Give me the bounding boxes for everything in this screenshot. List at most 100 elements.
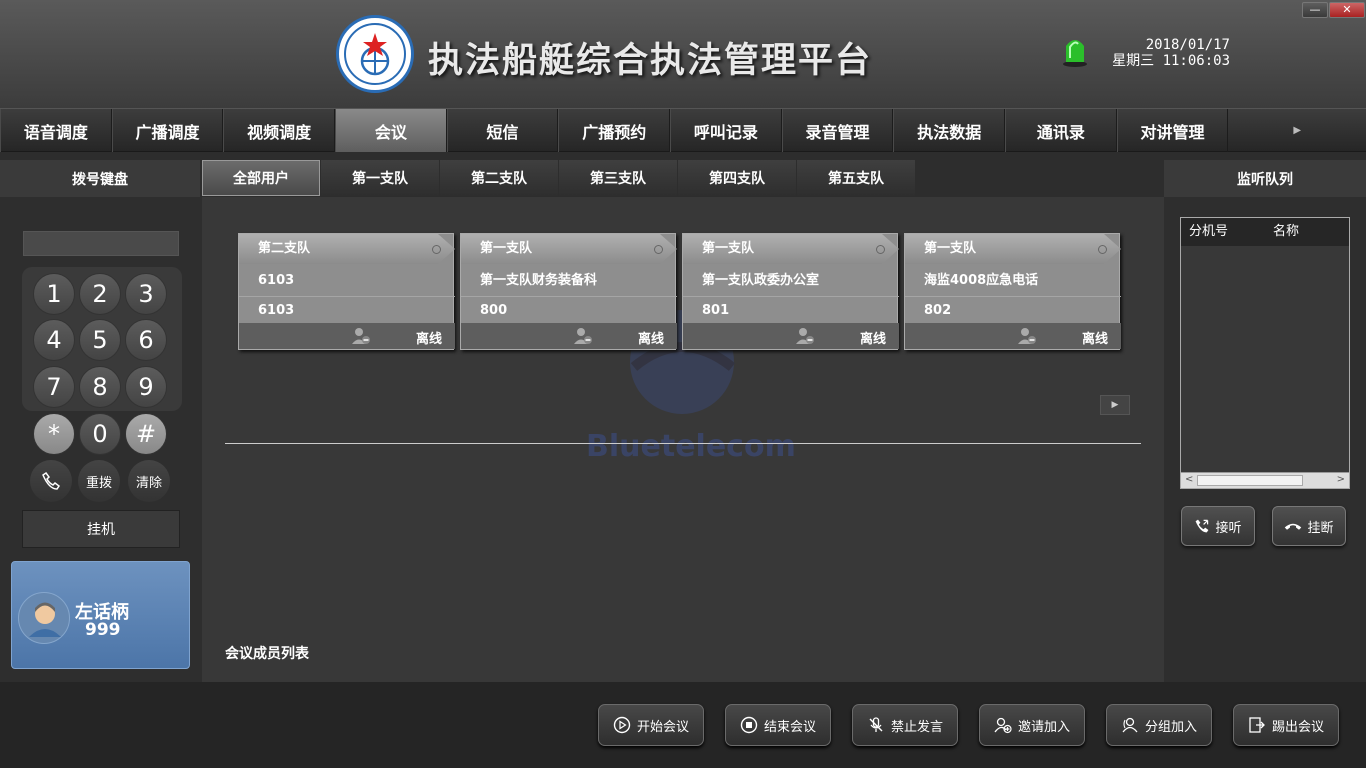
chevron-right-icon: ▶ [1293,125,1302,136]
card-footer: 离线 [239,323,455,349]
app-header: 执法船艇综合执法管理平台 2018/01/17 星期三 11:06:03 — ✕ [0,0,1366,108]
card-number: 801 [683,296,899,324]
dialpad-panel: 1 2 3 4 5 6 7 8 9 * 0 # 重拨 清除 挂机 左话柄 999 [0,197,202,682]
nav-contacts[interactable]: 通讯录 [1005,109,1117,152]
key-6[interactable]: 6 [125,319,167,361]
card-name: 海监4008应急电话 [924,273,1039,288]
monitor-queue-list[interactable]: 分机号 名称 < > [1180,217,1350,489]
answer-button[interactable]: 接听 [1181,506,1255,546]
monitor-panel: 分机号 名称 < > 接听 挂断 [1164,197,1366,682]
nav-broadcast-dispatch[interactable]: 广播调度 [111,109,224,152]
key-4[interactable]: 4 [33,319,75,361]
nav-sms[interactable]: 短信 [446,109,559,152]
china-fishery-logo [336,15,414,93]
contact-card[interactable]: 第一支队 海监4008应急电话 802 离线 [904,233,1121,350]
hangup-button[interactable]: 挂机 [22,510,180,548]
chevron-left-icon[interactable]: < [1185,474,1193,485]
dial-call-button[interactable] [30,460,72,502]
key-2[interactable]: 2 [79,273,121,315]
key-star[interactable]: * [33,413,75,455]
user-avatar-icon [29,602,61,637]
close-button[interactable]: ✕ [1329,2,1365,18]
minimize-icon: — [1309,3,1321,16]
tab-squadron-1[interactable]: 第一支队 [321,160,439,196]
card-group-label: 第一支队 [683,234,899,264]
key-8[interactable]: 8 [79,366,121,408]
left-handset-card[interactable]: 左话柄 999 [11,561,190,669]
nav-call-records[interactable]: 呼叫记录 [670,109,782,152]
mute-label: 禁止发言 [890,719,943,735]
nav-recording-mgmt[interactable]: 录音管理 [781,109,894,152]
phone-hangup-icon [1285,523,1302,530]
nav-broadcast-schedule[interactable]: 广播预约 [558,109,671,152]
hangup-monitor-button[interactable]: 挂断 [1272,506,1346,546]
redial-button[interactable]: 重拨 [78,460,120,502]
card-footer: 离线 [683,323,899,349]
end-conference-label: 结束会议 [763,719,816,735]
nav-scroll-right-button[interactable]: ▶ [1228,109,1366,152]
nav-intercom-mgmt[interactable]: 对讲管理 [1116,109,1229,152]
conference-members-label: 会议成员列表 [225,646,309,662]
datetime-display: 2018/01/17 星期三 11:06:03 [1103,37,1230,69]
exit-icon [1249,717,1265,733]
key-1[interactable]: 1 [33,273,75,315]
group-join-button[interactable]: 分组加入 [1106,704,1212,746]
card-group-label: 第一支队 [905,234,1121,264]
dial-number-input[interactable] [23,231,179,256]
user-group-icon [1122,717,1138,733]
queue-header-row: 分机号 名称 [1181,218,1349,246]
clear-button[interactable]: 清除 [128,460,170,502]
horizontal-scrollbar[interactable]: < > [1181,472,1349,488]
status-badge: 离线 [415,332,442,347]
watermark-text: Bluetelecom [586,429,796,464]
group-join-label: 分组加入 [1144,719,1197,735]
start-conference-button[interactable]: 开始会议 [598,704,704,746]
scrollbar-thumb[interactable] [1197,475,1303,486]
contact-card[interactable]: 第二支队 6103 6103 离线 [238,233,455,350]
key-0[interactable]: 0 [79,413,121,455]
key-hash[interactable]: # [125,413,167,455]
key-7[interactable]: 7 [33,366,75,408]
nav-voice-dispatch[interactable]: 语音调度 [0,109,112,152]
logo-emblem-icon [344,23,406,85]
tab-squadron-5[interactable]: 第五支队 [797,160,915,196]
card-number: 6103 [239,296,455,324]
mute-button[interactable]: 禁止发言 [852,704,958,746]
conference-action-bar: 开始会议 结束会议 禁止发言 邀请加入 分组加入 踢出会议 [0,682,1366,768]
tab-all-users[interactable]: 全部用户 [202,160,320,196]
card-name: 第一支队财务装备科 [480,273,598,288]
end-conference-button[interactable]: 结束会议 [725,704,831,746]
phone-icon [42,471,61,490]
minimize-button[interactable]: — [1302,2,1328,18]
group-tabs: 全部用户 第一支队 第二支队 第三支队 第四支队 第五支队 [202,160,916,196]
kick-out-button[interactable]: 踢出会议 [1233,704,1339,746]
chevron-right-icon[interactable]: > [1337,474,1345,485]
next-page-button[interactable]: ▶ [1100,395,1130,415]
tab-squadron-2[interactable]: 第二支队 [440,160,558,196]
user-offline-icon [574,328,592,344]
key-9[interactable]: 9 [125,366,167,408]
key-3[interactable]: 3 [125,273,167,315]
key-5[interactable]: 5 [79,319,121,361]
chevron-right-icon: ▶ [1111,400,1119,410]
start-conference-label: 开始会议 [636,719,689,735]
section-divider [225,443,1141,444]
card-footer: 离线 [905,323,1121,349]
contact-card[interactable]: 第一支队 第一支队财务装备科 800 离线 [460,233,677,350]
status-badge: 离线 [859,332,886,347]
status-badge: 离线 [1081,332,1108,347]
invite-join-button[interactable]: 邀请加入 [979,704,1085,746]
conference-main-panel: Bluetelecom 第二支队 6103 6103 离线 第一支队 第一支队财… [202,197,1164,682]
stop-icon [740,716,758,734]
user-offline-icon [1018,328,1036,344]
close-icon: ✕ [1342,3,1352,16]
user-offline-icon [796,328,814,344]
nav-conference[interactable]: 会议 [335,109,447,152]
nav-enforcement-data[interactable]: 执法数据 [893,109,1006,152]
contact-card[interactable]: 第一支队 第一支队政委办公室 801 离线 [682,233,899,350]
nav-video-dispatch[interactable]: 视频调度 [223,109,336,152]
card-name: 第一支队政委办公室 [702,273,820,288]
main-nav: 语音调度 广播调度 视频调度 会议 短信 广播预约 呼叫记录 录音管理 执法数据… [0,108,1366,152]
tab-squadron-3[interactable]: 第三支队 [559,160,677,196]
tab-squadron-4[interactable]: 第四支队 [678,160,796,196]
